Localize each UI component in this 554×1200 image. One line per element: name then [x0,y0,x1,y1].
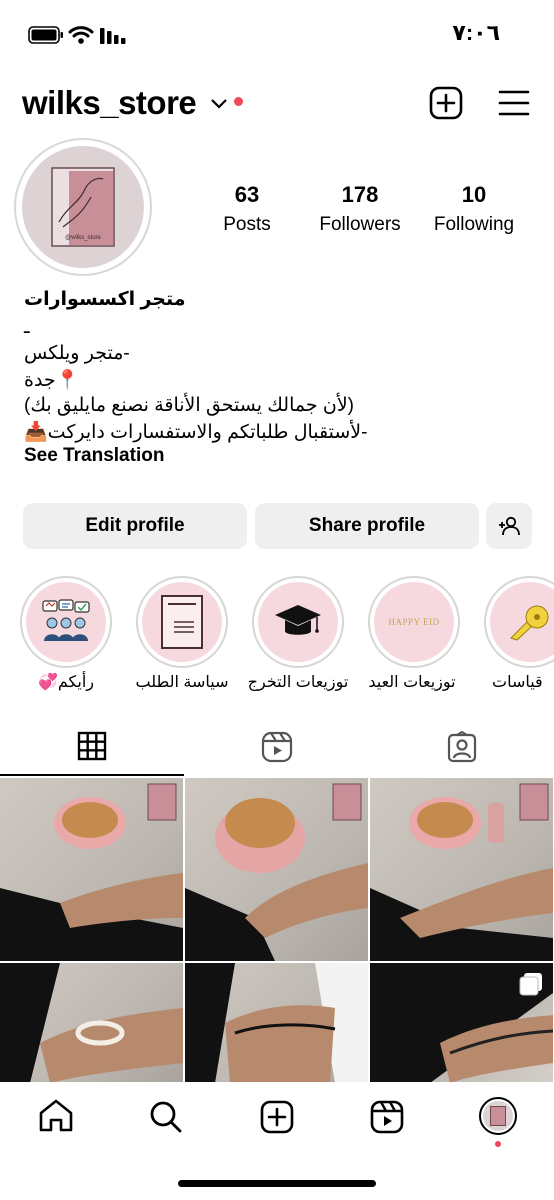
store-logo-icon: @wilks_store [51,167,115,247]
posts-count[interactable]: 63 Posts [207,182,287,236]
followers-count[interactable]: 178 Followers [310,182,410,236]
feedback-icon [42,599,90,641]
following-count[interactable]: 10 Following [426,182,522,236]
followers-label: Followers [319,214,401,235]
share-profile-label: Share profile [308,515,426,536]
svg-text:@wilks_store: @wilks_store [65,235,101,241]
search-icon[interactable] [149,1100,183,1134]
post-image [185,963,368,1083]
wifi-icon [68,26,94,44]
profile-notification-dot [495,1141,501,1147]
followers-value: 178 [341,182,379,207]
grid-post[interactable] [185,963,368,1083]
multiple-photos-icon [519,973,542,996]
highlight-eid-label: توزيعات العيد [368,674,456,691]
following-value: 10 [461,182,487,207]
highlight-graduation[interactable] [252,576,344,668]
graduation-cap-icon [275,605,321,635]
profile-avatar[interactable]: @wilks_store [14,138,152,276]
notification-dot [234,97,243,106]
edit-profile-label: Edit profile [85,515,185,536]
post-image [370,783,553,961]
profile-name: متجر اكسسوارات [24,289,186,310]
highlight-feedback[interactable] [20,576,112,668]
bio-line-3: 📍جدة [24,370,80,391]
post-image [0,963,183,1083]
bio-line-2: -متجر ويلكس [24,343,130,364]
happy-eid-icon: HAPPY EID [388,617,440,627]
following-label: Following [433,214,515,235]
discover-people-button[interactable] [486,503,532,549]
reels-tab-icon[interactable] [261,731,293,763]
grid-post[interactable] [0,778,183,961]
posts-label: Posts [223,214,271,235]
bio-line-4: (لأن جمالك يستحق الأناقة نصنع مايليق بك) [24,395,355,416]
tagged-tab-icon[interactable] [446,731,478,763]
grid-post[interactable] [370,963,553,1083]
home-indicator [178,1180,376,1187]
document-icon [161,595,203,649]
grid-post[interactable] [0,963,183,1083]
grid-tab-icon[interactable] [77,731,107,761]
add-person-icon [499,516,520,536]
grid-post[interactable] [370,778,553,961]
posts-value: 63 [234,182,260,207]
highlight-sizes[interactable] [484,576,554,668]
measuring-tape-icon [510,605,549,641]
status-bar: ٧:٠٦ [0,0,554,60]
home-icon[interactable] [38,1099,74,1133]
menu-icon[interactable] [498,89,530,117]
highlight-order-policy[interactable] [136,576,228,668]
highlight-sizes-label: قياسات [492,674,543,691]
share-profile-button[interactable]: Share profile [255,503,479,549]
see-translation-link[interactable]: See Translation [24,445,164,467]
edit-profile-button[interactable]: Edit profile [23,503,247,549]
create-icon[interactable] [260,1100,294,1134]
highlight-feedback-label: رأيكم💞 [37,674,95,691]
signal-icon [100,28,126,44]
bio-line-1: ـ [24,317,30,338]
battery-icon [28,26,63,44]
post-image [0,783,183,961]
highlight-graduation-label: توزيعات التخرج [247,674,349,691]
status-time: ٧:٠٦ [452,20,500,45]
account-switcher[interactable]: wilks_store [22,84,197,122]
reels-icon[interactable] [370,1100,404,1134]
highlight-eid[interactable]: HAPPY EID [368,576,460,668]
chevron-down-icon[interactable] [210,97,228,111]
username: wilks_store [22,84,197,121]
create-post-icon[interactable] [429,86,463,120]
bio-line-5: -لأستقبال طلباتكم والاستفسارات دايركت📥 [24,422,368,443]
active-tab-indicator [0,774,184,776]
profile-tab-avatar[interactable] [479,1097,517,1135]
highlight-order-policy-label: سياسة الطلب [135,674,229,691]
post-image [185,783,368,961]
grid-post[interactable] [185,778,368,961]
